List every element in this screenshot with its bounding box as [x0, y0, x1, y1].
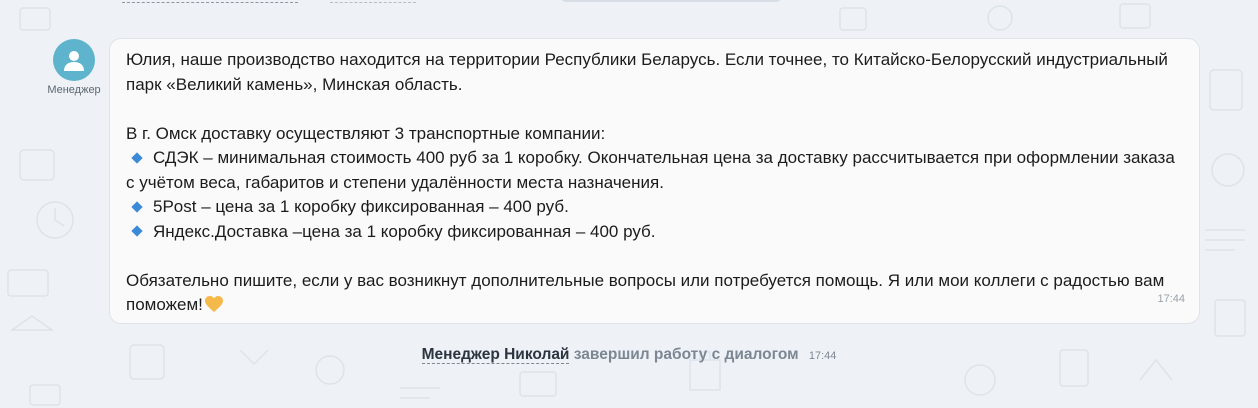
blue-diamond-icon — [131, 151, 143, 164]
manager-name-link[interactable]: Менеджер Николай — [421, 346, 570, 364]
previous-link-underline-2 — [330, 2, 416, 3]
yellow-heart-icon — [204, 296, 223, 321]
bullet-text: Яндекс.Доставка –цена за 1 коробку фикси… — [153, 221, 656, 241]
avatar[interactable] — [53, 39, 95, 81]
previous-button-edge[interactable] — [558, 0, 784, 2]
previous-link-underline — [122, 2, 298, 3]
user-silhouette-icon — [64, 51, 84, 71]
system-event-timestamp: 17:44 — [808, 350, 837, 362]
closing-text: Обязательно пишите, если у вас возникнут… — [126, 270, 1165, 315]
message-intro: В г. Омск доставку осуществляют 3 трансп… — [126, 123, 606, 143]
bullet-text: СДЭК – минимальная стоимость 400 руб за … — [126, 148, 1175, 192]
message-paragraph: Юлия, наше производство находится на тер… — [126, 50, 1168, 94]
list-item: 5Post – цена за 1 коробку фиксированная … — [126, 195, 1183, 220]
system-event: Менеджер Николай завершил работу с диало… — [0, 346, 1258, 364]
list-item: СДЭК – минимальная стоимость 400 руб за … — [126, 146, 1183, 195]
blue-diamond-icon — [131, 200, 143, 213]
message-closing: Обязательно пишите, если у вас возникнут… — [126, 269, 1183, 321]
message-bubble: Юлия, наше производство находится на тер… — [109, 38, 1200, 324]
bullet-text: 5Post – цена за 1 коробку фиксированная … — [153, 197, 569, 216]
blue-diamond-icon — [131, 225, 143, 237]
previous-message-edge — [0, 0, 1258, 6]
sender-label: Менеджер — [47, 84, 101, 96]
list-item: Яндекс.Доставка –цена за 1 коробку фикси… — [126, 220, 1183, 245]
message-timestamp: 17:44 — [1157, 292, 1185, 305]
system-event-text: завершил работу с диалогом — [573, 346, 799, 363]
sender-avatar-block: Менеджер — [38, 39, 110, 96]
